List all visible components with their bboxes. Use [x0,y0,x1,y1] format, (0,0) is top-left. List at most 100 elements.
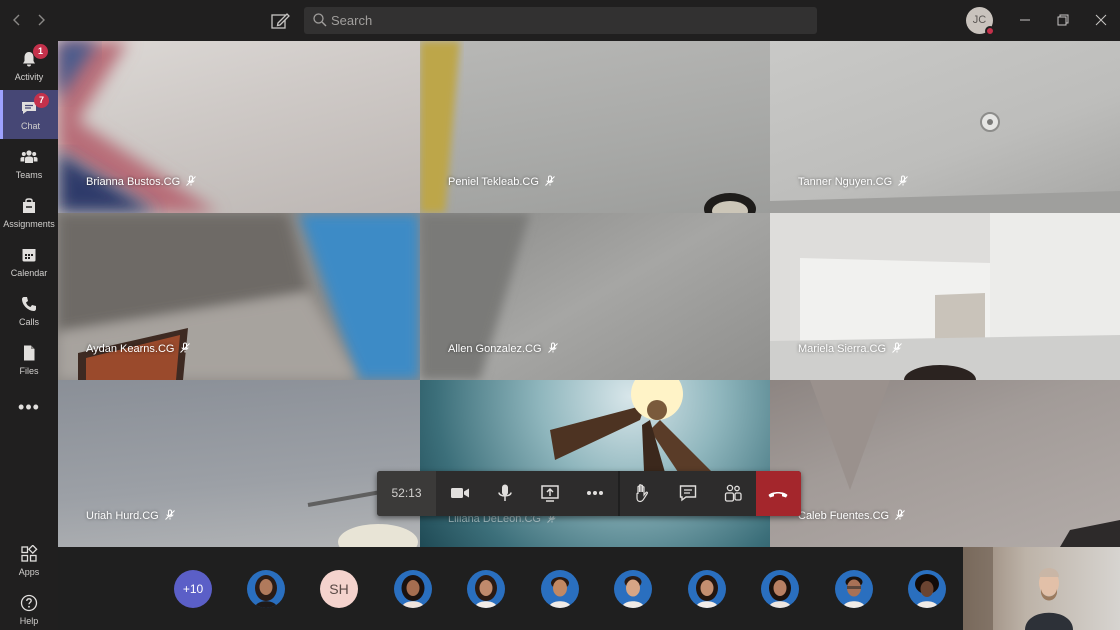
video-camera-icon [451,488,469,498]
rail-item-calls[interactable]: Calls [0,286,58,335]
avatar[interactable] [394,570,432,608]
rail-item-assignments[interactable]: Assignments [0,188,58,237]
video-tile[interactable]: Mariela Sierra.CG [770,213,1120,380]
mic-muted-icon [180,342,191,353]
close-button[interactable] [1091,10,1111,30]
forward-button[interactable] [31,10,51,30]
conversation-icon [679,485,697,502]
avatar[interactable] [541,570,579,608]
mic-muted-icon [898,175,909,186]
compose-icon [271,13,290,29]
minimize-button[interactable] [1015,10,1035,30]
more-options-button[interactable] [573,471,617,516]
rail-item-teams[interactable]: Teams [0,139,58,188]
rail-item-chat[interactable]: 7 Chat [0,90,58,139]
minimize-icon [1020,19,1030,21]
rail-label-chat: Chat [20,121,40,131]
avatar[interactable] [688,570,726,608]
rail-label-files: Files [19,366,39,376]
app-bar: 1 Activity 7 Chat Teams Assignments Cale… [0,41,58,630]
participant-name-label: Mariela Sierra.CG [798,342,903,355]
video-tile[interactable]: Tanner Nguyen.CG [770,41,1120,213]
hang-up-button[interactable] [756,471,801,516]
participant-name-label: Uriah Hurd.CG [86,509,176,522]
participant-roster: +10 SH [58,547,963,630]
apps-icon [21,545,38,562]
video-tile[interactable]: Aydan Kearns.CG [58,213,420,380]
chevron-right-icon [38,14,45,26]
rail-item-files[interactable]: Files [0,335,58,384]
self-video-preview[interactable] [963,547,1120,630]
participants-icon [724,484,742,502]
title-bar: Search JC [0,0,1120,41]
share-screen-icon [541,485,559,502]
participant-photo [467,570,505,608]
video-tile[interactable]: Caleb Fuentes.CG [770,380,1120,547]
participant-photo [247,570,285,608]
rail-label-calls: Calls [18,317,39,327]
rail-label-teams: Teams [15,170,43,180]
video-tile[interactable]: Liliana DeLeon.CG [420,380,770,547]
new-chat-button[interactable] [268,9,292,33]
video-tile[interactable]: Brianna Bustos.CG [58,41,420,213]
back-button[interactable] [7,10,27,30]
participant-photo [835,570,873,608]
show-participants-button[interactable] [711,471,755,516]
search-placeholder: Search [331,13,373,28]
mic-muted-icon [545,175,555,186]
close-icon [1095,14,1107,26]
avatar[interactable] [835,570,873,608]
hang-up-icon [768,492,788,498]
share-screen-button[interactable] [528,471,572,516]
video-tile[interactable]: Allen Gonzalez.CG [420,213,770,380]
more-apps-button[interactable]: ••• [0,397,58,418]
more-options-icon [587,491,603,495]
teams-meeting-window: Search JC 1 Activity 7 Chat Teams Assign… [0,0,1120,630]
raise-hand-icon [636,484,649,503]
mic-muted-icon [892,342,902,353]
mic-muted-icon [895,509,905,520]
self-video-feed [963,547,1120,630]
search-icon [313,13,327,27]
activity-badge: 1 [33,44,48,59]
presence-status-dot [985,26,995,36]
chevron-left-icon [13,14,20,26]
help-icon [20,594,38,612]
assignments-icon [23,198,35,213]
avatar[interactable] [247,570,285,608]
camera-toggle-button[interactable] [438,471,482,516]
raise-hand-button[interactable] [620,471,664,516]
more-participants-button[interactable]: +10 [174,570,212,608]
rail-item-apps[interactable]: Apps [0,536,58,585]
mic-muted-icon [164,509,175,520]
call-duration: 52:13 [377,471,436,516]
avatar[interactable]: SH [320,570,358,608]
mic-muted-icon [186,175,197,186]
microphone-toggle-button[interactable] [483,471,527,516]
search-bar[interactable]: Search [304,7,817,34]
video-tile[interactable]: Peniel Tekleab.CG [420,41,770,213]
avatar[interactable] [614,570,652,608]
rail-label-assignments: Assignments [3,219,55,229]
participant-photo [688,570,726,608]
participant-photo [614,570,652,608]
file-icon [24,345,35,361]
rail-item-calendar[interactable]: Calendar [0,237,58,286]
participant-photo [761,570,799,608]
participant-name-label: Brianna Bustos.CG [86,175,197,188]
participant-photo [541,570,579,608]
avatar[interactable] [761,570,799,608]
user-avatar[interactable]: JC [966,7,995,36]
participant-name-label: Peniel Tekleab.CG [448,175,556,188]
microphone-icon [498,484,512,501]
avatar[interactable] [908,570,946,608]
participant-photo [394,570,432,608]
rail-item-activity[interactable]: 1 Activity [0,41,58,90]
rail-item-help[interactable]: Help [0,585,58,630]
calendar-icon [22,249,36,262]
show-conversation-button[interactable] [666,471,710,516]
restore-button[interactable] [1053,10,1073,30]
avatar[interactable] [467,570,505,608]
participant-name-label: Aydan Kearns.CG [86,342,191,355]
video-tile[interactable]: Uriah Hurd.CG [58,380,420,547]
